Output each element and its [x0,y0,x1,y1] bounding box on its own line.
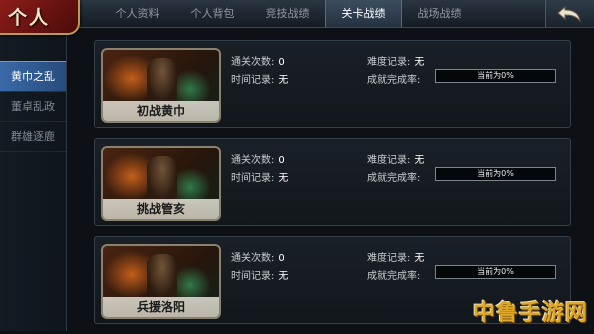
difficulty-record-value: 无 [414,253,425,264]
difficulty-record-label: 难度记录: [367,155,411,166]
completion-progress-text: 当前为0% [477,71,514,80]
stage-card[interactable]: 挑战管亥 通关次数: 0 时间记录: 无 难度记录: 无 成就完成率: 当前为0% [94,138,571,226]
time-record-label: 时间记录: [231,271,275,282]
tab-backpack[interactable]: 个人背包 [175,0,250,27]
stage-thumbnail: 挑战管亥 [101,146,221,221]
top-bar: 个人资料 个人背包 竞技战绩 关卡战绩 战场战绩 [0,0,594,28]
clear-count-value: 0 [278,155,285,166]
clear-count-label: 通关次数: [231,57,275,68]
time-record: 时间记录: 无 [231,71,288,86]
site-watermark: 中鲁手游网 [472,301,588,326]
difficulty-record-value: 无 [414,57,425,68]
stage-card[interactable]: 初战黄巾 通关次数: 0 时间记录: 无 难度记录: 无 成就完成率: 当前为0% [94,40,571,128]
completion-rate-label: 成就完成率: [367,271,421,282]
completion-rate-label: 成就完成率: [367,75,421,86]
clear-count-value: 0 [278,253,285,264]
difficulty-record-value: 无 [414,155,425,166]
difficulty-record: 难度记录: 无 [367,249,424,264]
clear-count-label: 通关次数: [231,253,275,264]
time-record: 时间记录: 无 [231,267,288,282]
tab-profile[interactable]: 个人资料 [100,0,175,27]
stage-thumbnail: 初战黄巾 [101,48,221,123]
clear-count-label: 通关次数: [231,155,275,166]
tab-arena-record[interactable]: 竞技战绩 [250,0,325,27]
completion-progress-bar: 当前为0% [435,265,556,279]
time-record-value: 无 [278,173,289,184]
tab-stage-record[interactable]: 关卡战绩 [325,0,402,27]
profile-badge: 个人 [0,0,80,35]
stage-thumbnail: 兵援洛阳 [101,244,221,319]
general-portrait [147,58,177,102]
tab-bar: 个人资料 个人背包 竞技战绩 关卡战绩 战场战绩 [100,0,477,27]
time-record: 时间记录: 无 [231,169,288,184]
stage-name: 兵援洛阳 [103,297,219,317]
chapter-sidebar: 黄巾之乱 董卓乱政 群雄逐鹿 [0,28,67,331]
clear-count-value: 0 [278,57,285,68]
stage-name: 挑战管亥 [103,199,219,219]
back-button[interactable] [545,0,594,27]
general-portrait [147,156,177,200]
difficulty-record: 难度记录: 无 [367,53,424,68]
general-portrait [147,254,177,298]
back-arrow-icon [557,5,581,23]
stage-list: 初战黄巾 通关次数: 0 时间记录: 无 难度记录: 无 成就完成率: 当前为0% 挑… [94,40,571,334]
tab-battlefield-record[interactable]: 战场战绩 [402,0,477,27]
completion-rate: 成就完成率: [367,169,420,184]
completion-progress-bar: 当前为0% [435,167,556,181]
clear-count: 通关次数: 0 [231,53,285,68]
stage-name: 初战黄巾 [103,101,219,121]
sidebar-item-yellow-turban[interactable]: 黄巾之乱 [0,61,66,92]
difficulty-record-label: 难度记录: [367,253,411,264]
completion-rate: 成就完成率: [367,71,420,86]
clear-count: 通关次数: 0 [231,151,285,166]
completion-progress-text: 当前为0% [477,169,514,178]
time-record-value: 无 [278,75,289,86]
completion-rate-label: 成就完成率: [367,173,421,184]
completion-rate: 成就完成率: [367,267,420,282]
completion-progress-text: 当前为0% [477,267,514,276]
sidebar-item-dong-zhuo[interactable]: 董卓乱政 [0,92,66,122]
difficulty-record: 难度记录: 无 [367,151,424,166]
time-record-value: 无 [278,271,289,282]
profile-badge-label: 个人 [8,7,51,29]
clear-count: 通关次数: 0 [231,249,285,264]
difficulty-record-label: 难度记录: [367,57,411,68]
time-record-label: 时间记录: [231,75,275,86]
completion-progress-bar: 当前为0% [435,69,556,83]
sidebar-item-warlords[interactable]: 群雄逐鹿 [0,122,66,152]
time-record-label: 时间记录: [231,173,275,184]
